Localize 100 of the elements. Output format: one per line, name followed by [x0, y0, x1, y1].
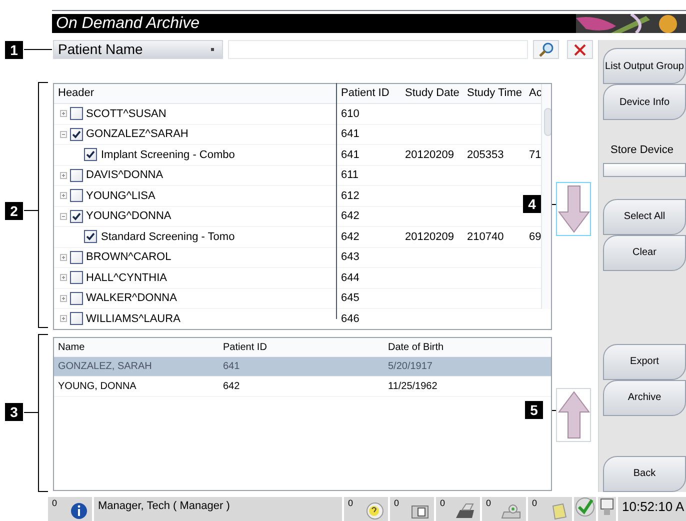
vertical-scrollbar[interactable] [541, 84, 551, 309]
table-cell: GONZALEZ, SARAH [58, 361, 152, 372]
table-cell: 610 [341, 108, 360, 120]
table-cell: 69 [529, 230, 542, 242]
move-up-button[interactable] [556, 388, 591, 442]
count-label: 0 [532, 497, 538, 509]
table-cell: 11/25/1962 [388, 381, 438, 392]
collapse-icon[interactable] [60, 212, 67, 220]
clear-search-button[interactable] [567, 40, 593, 59]
checkbox[interactable] [70, 271, 83, 284]
column-header[interactable]: Date of Birth [388, 342, 444, 352]
move-down-button[interactable] [556, 182, 591, 236]
back-button[interactable]: Back [603, 456, 686, 492]
collapse-icon[interactable] [60, 130, 67, 138]
checkbox[interactable] [70, 292, 83, 305]
table-cell: 71 [529, 148, 542, 160]
check-icon[interactable] [575, 497, 595, 517]
table-cell: 611 [341, 169, 359, 181]
printer-icon[interactable] [454, 502, 476, 520]
patient-row[interactable]: GONZALEZ, SARAH 641 5/20/1917 [54, 357, 551, 377]
checkbox[interactable] [70, 250, 83, 264]
store-device-label: Store Device [610, 143, 674, 158]
column-header[interactable]: Study Date [401, 85, 463, 102]
study-name[interactable]: Implant Screening - Combo [101, 146, 235, 163]
patient-name[interactable]: DAVIS^DONNA [86, 167, 164, 184]
store-device-dropdown[interactable] [603, 162, 686, 176]
table-cell: 641 [341, 148, 360, 160]
expand-icon[interactable] [60, 254, 67, 261]
select-all-button[interactable]: Select All [603, 198, 686, 234]
checkbox[interactable] [70, 168, 83, 182]
leader-line [24, 49, 52, 50]
patient-name[interactable]: BROWN^CAROL [86, 249, 172, 266]
search-button[interactable] [533, 40, 559, 59]
device-icon[interactable] [500, 502, 522, 520]
archive-button[interactable]: Archive [603, 380, 686, 416]
patient-name[interactable]: HALL^CYNTHIA [86, 270, 167, 286]
column-header[interactable]: Study Time [463, 85, 525, 102]
count-label: 0 [52, 497, 58, 509]
callout-number: 4 [523, 195, 541, 213]
checkbox[interactable] [70, 189, 83, 202]
help-disc-icon[interactable] [366, 502, 384, 520]
count-label: 0 [348, 497, 354, 509]
patient-name[interactable]: YOUNG^LISA [86, 188, 156, 204]
expand-icon[interactable] [60, 274, 67, 282]
table-cell: 20120209 [405, 148, 454, 160]
expand-icon[interactable] [60, 192, 67, 200]
study-name[interactable]: Standard Screening - Tomo [101, 228, 235, 245]
checkbox[interactable] [70, 210, 83, 223]
callout-number: 2 [5, 202, 23, 220]
count-label: 0 [440, 497, 446, 509]
table-cell: 612 [341, 190, 360, 202]
checkbox[interactable] [84, 148, 97, 162]
expand-icon[interactable] [60, 315, 67, 322]
table-cell: 20120209 [405, 230, 454, 242]
search-icon [538, 42, 554, 58]
expand-icon[interactable] [60, 110, 67, 118]
clock-time: 10:52:10 A [622, 498, 684, 516]
info-icon[interactable] [70, 502, 88, 520]
patient-name[interactable]: SCOTT^SUSAN [86, 106, 166, 122]
checkbox[interactable] [70, 107, 83, 120]
clear-button[interactable]: Clear [603, 234, 686, 270]
list-output-group-button[interactable]: List Output Group [603, 48, 686, 84]
column-header[interactable]: Patient ID [337, 85, 401, 102]
column-header[interactable]: Name [58, 342, 85, 352]
callout-number: 1 [5, 41, 23, 59]
search-input-field[interactable] [228, 40, 528, 59]
patient-name[interactable]: WALKER^DONNA [86, 290, 177, 306]
table-cell: 643 [341, 251, 360, 263]
table-cell: 210740 [467, 230, 504, 242]
checkbox[interactable] [70, 312, 83, 326]
count-label: 0 [394, 497, 400, 509]
workstation-icon[interactable] [599, 497, 615, 517]
table-cell: 642 [223, 381, 240, 392]
callout-number: 3 [5, 403, 23, 421]
patient-name[interactable]: GONZALEZ^SARAH [86, 126, 188, 142]
up-arrow-icon [558, 390, 590, 440]
checkbox[interactable] [84, 230, 97, 244]
table-cell: 641 [341, 128, 360, 140]
expand-icon[interactable] [60, 172, 67, 179]
export-button[interactable]: Export [603, 344, 686, 380]
callout-number: 5 [525, 401, 543, 419]
patient-name[interactable]: YOUNG^DONNA [86, 208, 172, 224]
table-cell: 645 [341, 292, 360, 304]
search-field-dropdown[interactable]: Patient Name [53, 40, 223, 59]
column-header[interactable]: Patient ID [223, 342, 267, 352]
table-cell: 644 [341, 272, 360, 284]
column-header[interactable]: Header [54, 85, 337, 102]
checkbox[interactable] [70, 128, 83, 141]
table-cell: 641 [223, 361, 240, 372]
leader-line [24, 210, 38, 211]
table-cell: YOUNG, DONNA [58, 381, 136, 392]
field-selector-label: Patient Name [58, 41, 143, 58]
device-info-button[interactable]: Device Info [603, 84, 686, 120]
table-cell: 642 [341, 230, 360, 242]
count-label: 0 [486, 497, 492, 509]
expand-icon[interactable] [60, 294, 67, 302]
table-cell: 5/20/1917 [388, 361, 432, 372]
caret-icon [211, 48, 214, 51]
patient-name[interactable]: WILLIAMS^LAURA [86, 310, 180, 327]
table-cell: 646 [341, 312, 360, 324]
